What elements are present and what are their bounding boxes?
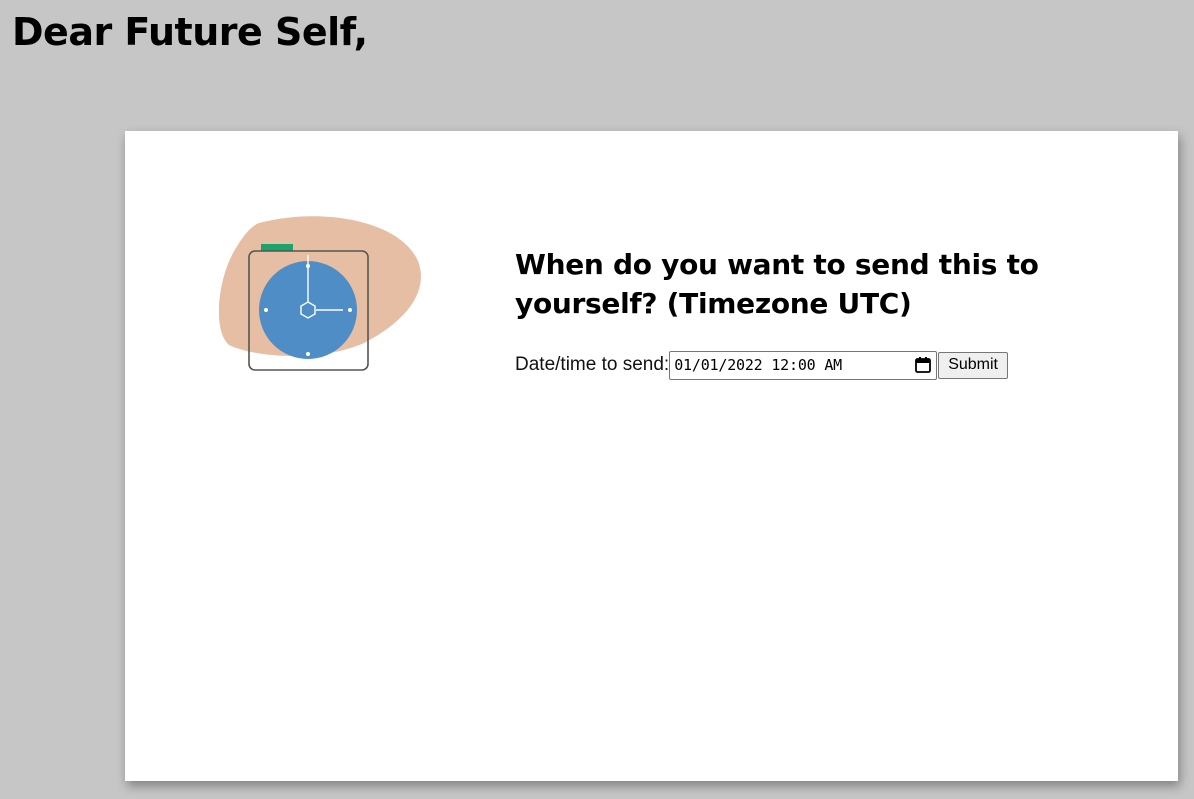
datetime-input[interactable]: 01/01/2022 12:00 AM xyxy=(669,350,938,380)
send-time-question: When do you want to send this to yoursel… xyxy=(515,248,1039,320)
send-time-card: When do you want to send this to yoursel… xyxy=(125,131,1178,781)
clock-tab xyxy=(261,244,289,251)
page-title: Dear Future Self, xyxy=(12,10,368,54)
datetime-value[interactable]: 01/01/2022 12:00 AM xyxy=(674,356,914,374)
submit-button[interactable]: Submit xyxy=(938,351,1008,379)
datetime-label: Date/time to send: xyxy=(515,354,670,375)
send-time-form: Date/time to send: 01/01/2022 12:00 AM S… xyxy=(515,350,1008,380)
calendar-icon[interactable] xyxy=(914,356,932,374)
clock-tab-right xyxy=(289,244,293,251)
clock-icon xyxy=(219,216,421,371)
